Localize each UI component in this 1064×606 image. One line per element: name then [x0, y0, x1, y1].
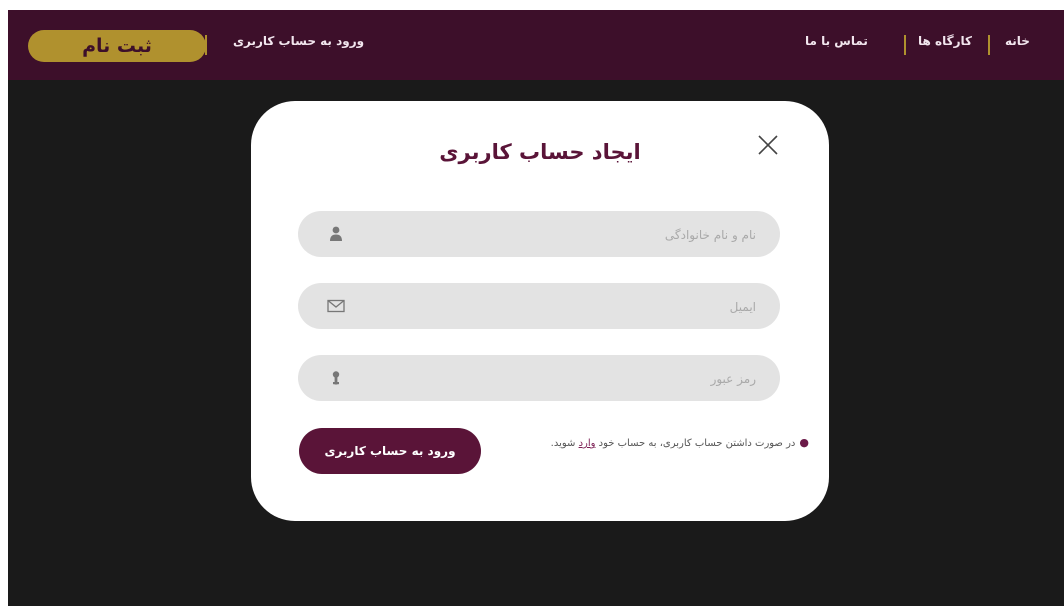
login-button[interactable]: ورود به حساب کاربری	[299, 428, 481, 474]
user-icon	[326, 224, 346, 244]
signup-modal: ایجاد حساب کاربری نام و نام خانوادگی ایم…	[251, 101, 829, 521]
top-navbar: ثبت نام ورود به حساب کاربری تماس با ما ک…	[8, 10, 1064, 80]
note-login-link[interactable]: وارد	[579, 438, 596, 449]
nav-separator	[205, 35, 207, 55]
modal-title: ایجاد حساب کاربری	[439, 140, 641, 164]
fullname-input[interactable]	[358, 211, 758, 259]
nav-separator	[904, 35, 906, 55]
password-field[interactable]	[298, 355, 780, 403]
note-text-before: در صورت داشتن حساب کاربری، به حساب خود	[595, 438, 796, 449]
nav-separator	[988, 35, 990, 55]
nav-link-contact[interactable]: تماس با ما	[805, 34, 868, 48]
nav-link-home[interactable]: خانه	[1005, 34, 1030, 48]
note-text-after: شوید.	[550, 438, 579, 449]
fullname-field[interactable]	[298, 211, 780, 259]
email-field[interactable]	[298, 283, 780, 331]
mail-icon	[326, 296, 346, 316]
bullet-icon: ●	[799, 436, 809, 449]
email-input[interactable]	[358, 283, 758, 331]
nav-link-workshops[interactable]: کارگاه ها	[918, 34, 972, 48]
signup-button[interactable]: ثبت نام	[28, 30, 206, 62]
key-icon	[326, 368, 346, 388]
nav-login-link[interactable]: ورود به حساب کاربری	[233, 34, 364, 48]
login-note: ●در صورت داشتن حساب کاربری، به حساب خود …	[551, 436, 809, 449]
app-frame: ثبت نام ورود به حساب کاربری تماس با ما ک…	[8, 10, 1064, 606]
password-input[interactable]	[358, 355, 758, 403]
